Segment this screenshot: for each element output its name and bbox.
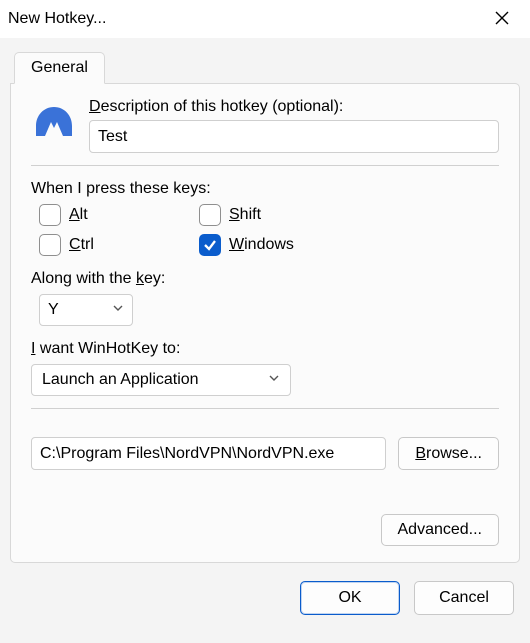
browse-button-label: Browse...: [415, 445, 482, 463]
separator: [31, 165, 499, 166]
advanced-button[interactable]: Advanced...: [381, 514, 500, 546]
description-input[interactable]: [89, 120, 499, 153]
tab-general-label: General: [31, 59, 88, 76]
mountain-icon: [34, 104, 74, 143]
chevron-down-icon: [112, 301, 124, 319]
checkbox-alt[interactable]: Alt: [39, 204, 199, 226]
close-icon: [495, 9, 509, 30]
tab-strip: General: [0, 38, 530, 83]
app-logo: [31, 98, 77, 143]
checkbox-ctrl[interactable]: Ctrl: [39, 234, 199, 256]
dialog-button-row: OK Cancel: [0, 573, 530, 627]
key-select[interactable]: Y: [39, 294, 133, 326]
window-title: New Hotkey...: [8, 10, 106, 28]
titlebar: New Hotkey...: [0, 0, 530, 38]
panel-general: Description of this hotkey (optional): W…: [10, 83, 520, 563]
action-select[interactable]: Launch an Application: [31, 364, 291, 396]
cancel-button[interactable]: Cancel: [414, 581, 514, 615]
action-select-value: Launch an Application: [42, 371, 199, 389]
ok-button[interactable]: OK: [300, 581, 400, 615]
chevron-down-icon: [268, 371, 280, 389]
close-button[interactable]: [488, 5, 516, 33]
cancel-button-label: Cancel: [439, 589, 489, 607]
ok-button-label: OK: [338, 589, 361, 607]
description-label: Description of this hotkey (optional):: [89, 98, 499, 116]
browse-button[interactable]: Browse...: [398, 437, 499, 470]
key-select-value: Y: [48, 301, 59, 319]
action-label: I want WinHotKey to:: [31, 340, 499, 358]
checkbox-box: [199, 234, 221, 256]
modifiers-heading: When I press these keys:: [31, 180, 499, 198]
tab-general[interactable]: General: [14, 52, 105, 84]
checkbox-shift-label: Shift: [229, 206, 261, 224]
advanced-button-label: Advanced...: [398, 521, 483, 539]
target-path-input[interactable]: [31, 437, 386, 470]
checkbox-ctrl-label: Ctrl: [69, 236, 94, 254]
checkbox-alt-label: Alt: [69, 206, 88, 224]
checkbox-box: [39, 204, 61, 226]
checkbox-box: [39, 234, 61, 256]
separator: [31, 408, 499, 409]
checkbox-shift[interactable]: Shift: [199, 204, 499, 226]
checkbox-windows[interactable]: Windows: [199, 234, 499, 256]
key-label: Along with the key:: [31, 270, 499, 288]
checkbox-box: [199, 204, 221, 226]
checkbox-windows-label: Windows: [229, 236, 294, 254]
